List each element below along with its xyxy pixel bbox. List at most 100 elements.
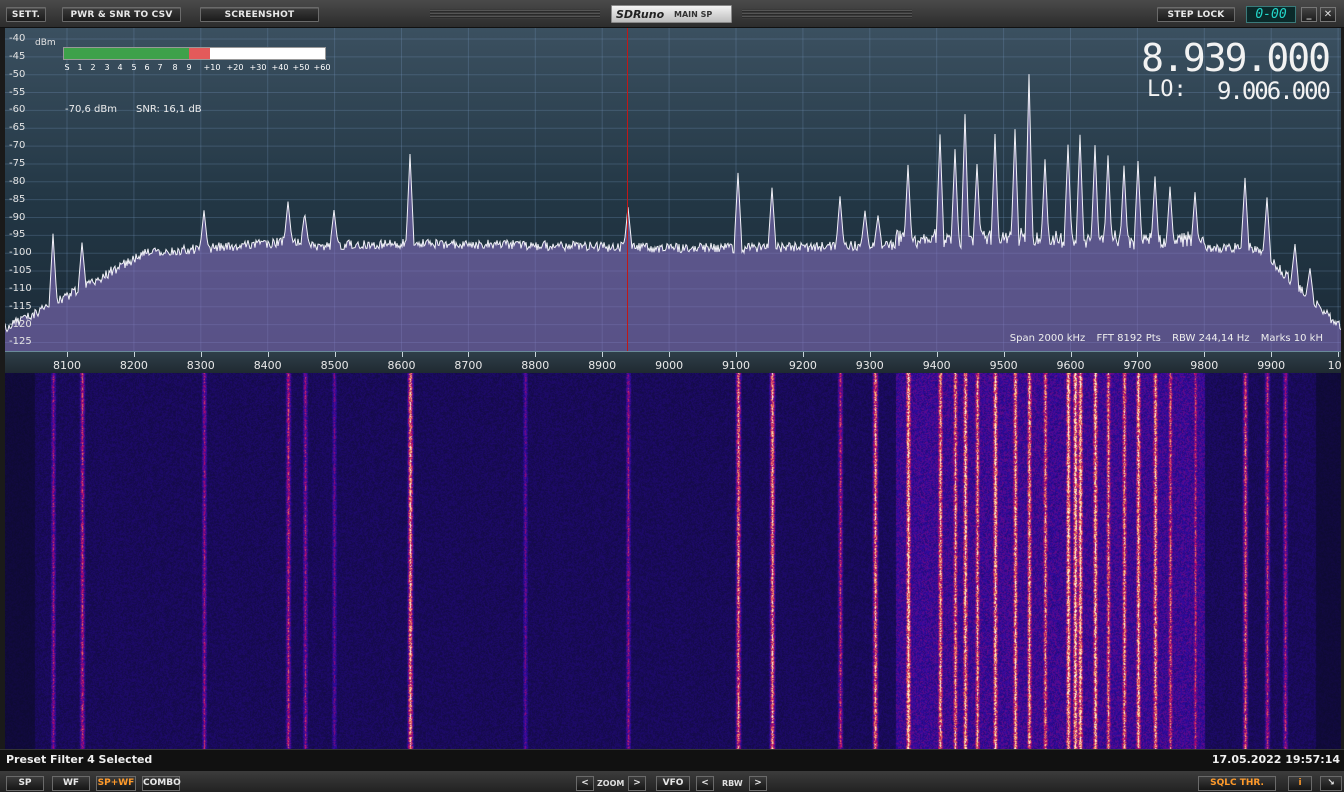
drag-grip-left[interactable]: [430, 9, 600, 19]
freq-tick-label: 9100: [722, 359, 750, 372]
bottom-toolbar: SP WF SP+WF COMBO < ZOOM > VFO < RBW > S…: [0, 771, 1344, 792]
freq-tick-label: 8700: [454, 359, 483, 372]
freq-tick-label: 9800: [1190, 359, 1219, 372]
freq-tick-label: 9500: [989, 359, 1018, 372]
db-tick-label: -50: [9, 68, 26, 80]
close-icon[interactable]: ✕: [1320, 7, 1336, 22]
s-meter-scale-label: 3: [104, 63, 110, 72]
spectrum-display[interactable]: -40 -45 -50 -55 -60 -65 -70 -75 -80 -85 -90 -95 -100…: [5, 28, 1341, 351]
vfo-marker-line[interactable]: [627, 28, 628, 351]
sdruno-logo: SDRuno: [616, 8, 665, 21]
freq-tick-label: 9400: [922, 359, 951, 372]
wf-mode-button[interactable]: WF: [52, 776, 90, 791]
screenshot-button[interactable]: SCREENSHOT: [200, 7, 319, 22]
freq-tick-label: 8200: [119, 359, 148, 372]
db-tick-label: -90: [9, 211, 26, 223]
zoom-in-button[interactable]: >: [628, 776, 646, 791]
status-datetime: 17.05.2022 19:57:14: [1211, 753, 1340, 766]
s-meter-red-bar: [189, 48, 211, 59]
frequency-axis[interactable]: 8100 8200 8300 8400 8500 8600 8700 8800 8900 9000…: [5, 351, 1341, 373]
zoom-out-button[interactable]: <: [576, 776, 594, 791]
window-name-label: MAIN SP: [674, 10, 713, 19]
freq-tick-label: 9600: [1056, 359, 1085, 372]
freq-tick-mark: [602, 352, 604, 357]
db-tick-label: -100: [9, 247, 32, 259]
pwr-snr-csv-button[interactable]: PWR & SNR TO CSV: [62, 7, 181, 22]
waterfall-display[interactable]: [5, 373, 1341, 749]
db-tick-label: -40: [9, 33, 26, 44]
status-message: Preset Filter 4 Selected: [6, 753, 153, 766]
freq-tick-label: 8800: [521, 359, 550, 372]
s-meter-scale-label: +30: [249, 63, 267, 72]
fft-info: FFT 8192 Pts: [1096, 333, 1161, 344]
rbw-next-button[interactable]: >: [749, 776, 767, 791]
snr-readout: SNR: 16,1 dB: [136, 104, 202, 115]
freq-tick-label: 9900: [1257, 359, 1286, 372]
freq-tick-label: 100: [1327, 359, 1341, 372]
lo-frequency-display[interactable]: 9.006.000: [1217, 77, 1331, 105]
freq-tick-mark: [869, 352, 871, 357]
combo-mode-button[interactable]: COMBO: [142, 776, 181, 791]
sp-mode-button[interactable]: SP: [6, 776, 44, 791]
db-tick-label: -125: [9, 336, 32, 348]
s-meter-scale-label: 6: [144, 63, 150, 72]
db-tick-label: -60: [9, 104, 26, 116]
vfo-button[interactable]: VFO: [656, 776, 690, 791]
s-meter-scale-label: 9: [186, 63, 192, 72]
freq-tick-mark: [133, 352, 135, 357]
freq-tick-mark: [67, 352, 68, 357]
zoom-label: ZOOM: [597, 779, 625, 788]
db-tick-label: -120: [9, 318, 32, 330]
s-meter-scale-label: 1: [77, 63, 83, 72]
sp-wf-mode-button[interactable]: SP+WF: [96, 776, 136, 791]
db-tick-label: -55: [9, 86, 26, 98]
freq-tick-label: 8900: [588, 359, 617, 372]
freq-tick-mark: [1271, 352, 1273, 357]
freq-tick-mark: [1204, 352, 1206, 357]
s-meter-scale-label: 7: [157, 63, 163, 72]
sqlc-threshold-button[interactable]: SQLC THR.: [1198, 776, 1276, 791]
s-meter-scale-label: 2: [90, 63, 96, 72]
settings-button[interactable]: SETT.: [6, 7, 46, 22]
freq-tick-label: 8100: [53, 359, 81, 372]
rbw-prev-button[interactable]: <: [696, 776, 714, 791]
freq-tick-label: 9200: [788, 359, 817, 372]
freq-tick-mark: [936, 352, 938, 357]
freq-tick-mark: [736, 352, 737, 357]
freq-tick-mark: [200, 352, 202, 357]
freq-tick-mark: [1003, 352, 1005, 357]
rbw-label: RBW: [722, 779, 743, 788]
s-meter-scale-label: 4: [117, 63, 123, 72]
spectrum-info: Span 2000 kHz FFT 8192 Pts RBW 244,14 Hz…: [1002, 333, 1323, 344]
db-tick-label: -105: [9, 265, 32, 277]
freq-tick-mark: [267, 352, 269, 357]
freq-tick-mark: [535, 352, 537, 357]
s-meter-scale-label: +10: [203, 63, 221, 72]
freq-tick-label: 9300: [855, 359, 884, 372]
freq-tick-label: 9700: [1123, 359, 1152, 372]
freq-tick-label: 8500: [320, 359, 349, 372]
resize-icon[interactable]: ↘: [1320, 776, 1342, 791]
span-info: Span 2000 kHz: [1009, 333, 1086, 344]
vfo-frequency-display[interactable]: 8.939.000: [1141, 36, 1331, 80]
freq-tick-label: 8600: [387, 359, 416, 372]
s-meter-scale-label: +60: [313, 63, 331, 72]
minimize-icon[interactable]: _: [1301, 7, 1317, 22]
freq-tick-mark: [334, 352, 336, 357]
db-tick-label: -65: [9, 122, 26, 134]
db-tick-label: -45: [9, 50, 26, 62]
step-lock-button[interactable]: STEP LOCK: [1157, 7, 1235, 22]
window-title-badge: SDRuno MAIN SP: [611, 5, 732, 23]
s-meter-scale-label: 8: [172, 63, 178, 72]
freq-tick-mark: [669, 352, 671, 357]
drag-grip-right[interactable]: [742, 9, 912, 19]
freq-tick-mark: [1070, 352, 1072, 357]
seven-segment-display: 0-00: [1246, 6, 1296, 23]
db-tick-label: -75: [9, 157, 26, 169]
power-readout: -70,6 dBm: [65, 104, 118, 115]
waterfall-canvas: [5, 373, 1341, 749]
status-bar: Preset Filter 4 Selected 17.05.2022 19:5…: [0, 749, 1344, 771]
s-meter-scale-label: +20: [226, 63, 244, 72]
info-button[interactable]: i: [1288, 776, 1312, 791]
db-tick-label: -80: [9, 175, 26, 187]
